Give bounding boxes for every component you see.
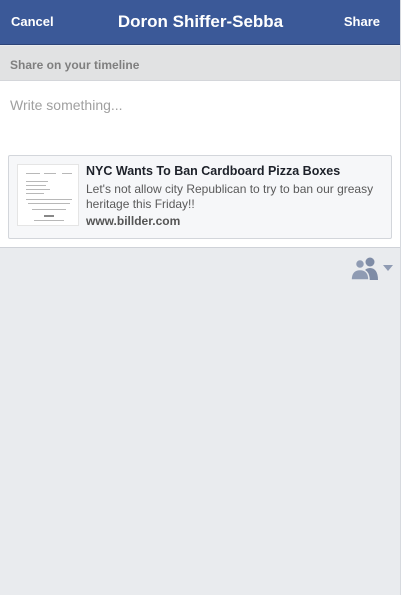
page-title: Doron Shiffer-Sebba [117, 12, 284, 31]
link-title: NYC Wants To Ban Cardboard Pizza Boxes [86, 164, 341, 178]
top-nav-bar: Cancel Doron Shiffer-Sebba Share [0, 0, 401, 45]
audience-selector[interactable] [351, 256, 395, 280]
link-thumbnail [17, 164, 79, 226]
link-description: Let's not allow city Republican to try t… [86, 182, 374, 211]
section-header: Share on your timeline [0, 46, 401, 81]
link-preview-card[interactable]: NYC Wants To Ban Cardboard Pizza Boxes L… [8, 155, 392, 239]
caret-down-icon [383, 265, 393, 271]
link-domain: www.billder.com [86, 214, 181, 228]
friends-icon [351, 257, 378, 280]
share-button[interactable]: Share [344, 14, 380, 29]
share-target-label: Share on your timeline [10, 58, 140, 72]
composer: NYC Wants To Ban Cardboard Pizza Boxes L… [0, 81, 401, 248]
post-text-input[interactable] [10, 94, 390, 116]
